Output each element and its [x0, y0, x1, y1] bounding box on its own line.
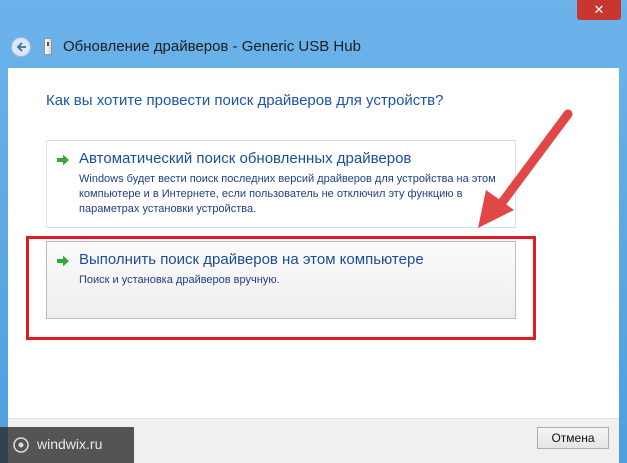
annotation-arrow-icon	[478, 109, 573, 228]
option-auto-search[interactable]: Автоматический поиск обновленных драйвер…	[46, 140, 516, 228]
back-button[interactable]	[11, 37, 31, 57]
green-arrow-icon	[57, 154, 69, 166]
watermark: windwix.ru	[0, 427, 134, 463]
site-logo-icon	[13, 437, 29, 453]
option-description: Windows будет вести поиск последних верс…	[79, 173, 496, 215]
dialog-titlebar: Обновление драйверов - Generic USB Hub	[0, 28, 627, 68]
watermark-text: windwix.ru	[37, 436, 103, 452]
window-title: Обновление драйверов - Generic USB Hub	[63, 38, 361, 55]
highlight-box	[26, 236, 536, 340]
close-button[interactable]: ✕	[577, 0, 621, 20]
usb-device-icon	[44, 38, 52, 55]
option-title: Автоматический поиск обновленных драйвер…	[79, 150, 412, 167]
page-heading: Как вы хотите провести поиск драйверов д…	[46, 92, 444, 109]
back-arrow-icon	[16, 42, 26, 52]
cancel-button[interactable]: Отмена	[537, 427, 609, 449]
